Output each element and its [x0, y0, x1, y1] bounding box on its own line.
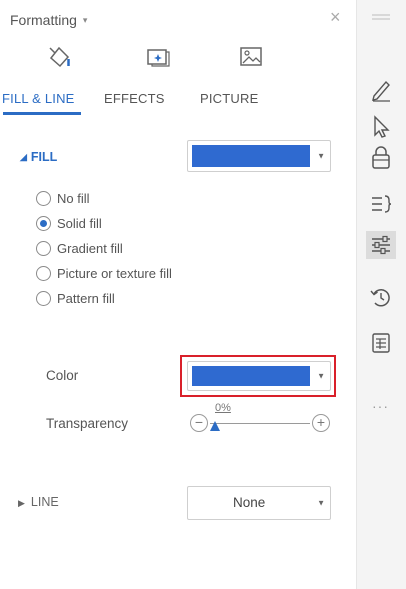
fill-color-swatch [192, 145, 310, 167]
tab-effects[interactable]: EFFECTS [104, 91, 165, 106]
table-icon[interactable] [363, 328, 399, 358]
radio-gradient-fill[interactable]: Gradient fill [36, 241, 123, 256]
radio-button[interactable] [36, 266, 51, 281]
radio-button[interactable] [36, 241, 51, 256]
slider-thumb[interactable] [210, 421, 220, 431]
lock-icon[interactable] [363, 143, 399, 173]
radio-label: Pattern fill [57, 291, 115, 306]
line-value: None [233, 495, 266, 510]
history-icon[interactable] [363, 282, 399, 312]
chevron-down-icon: ▾ [82, 15, 88, 25]
more-options-icon[interactable]: ··· [372, 398, 389, 414]
fill-color-dropdown[interactable]: ▼ [187, 140, 331, 172]
formatting-panel: Formatting ▾ × FILL & LINE EFFECTS PICTU… [0, 0, 356, 589]
paint-bucket-icon[interactable] [45, 42, 75, 72]
radio-solid-fill[interactable]: Solid fill [36, 216, 102, 231]
text-columns-icon[interactable] [363, 190, 399, 220]
radio-button[interactable] [36, 291, 51, 306]
transparency-slider[interactable] [210, 423, 310, 424]
increase-transparency-button[interactable]: + [312, 414, 330, 432]
decrease-transparency-button[interactable]: − [190, 414, 208, 432]
active-tab-indicator [3, 112, 81, 115]
line-section-header[interactable]: ▶ LINE [18, 495, 59, 509]
panel-title-text: Formatting [10, 12, 77, 28]
radio-label: Picture or texture fill [57, 266, 172, 281]
radio-no-fill[interactable]: No fill [36, 191, 90, 206]
tab-fill-line[interactable]: FILL & LINE [2, 91, 75, 106]
radio-button[interactable] [36, 216, 51, 231]
radio-button[interactable] [36, 191, 51, 206]
panel-title[interactable]: Formatting ▾ [10, 12, 87, 28]
picture-icon[interactable] [236, 42, 266, 72]
sliders-icon[interactable] [363, 230, 399, 260]
tab-picture[interactable]: PICTURE [200, 91, 258, 106]
close-icon[interactable]: × [330, 8, 341, 26]
line-header-label: LINE [30, 495, 59, 509]
radio-label: Gradient fill [57, 241, 123, 256]
fill-header-label: FILL [30, 150, 58, 164]
cursor-icon[interactable] [363, 111, 399, 141]
effects-icon[interactable] [142, 42, 172, 72]
expand-triangle-icon: ◢ [20, 152, 27, 162]
fill-section-header[interactable]: ◢ FILL [20, 150, 57, 164]
chevron-down-icon: ▼ [317, 151, 325, 161]
radio-label: Solid fill [57, 216, 102, 231]
radio-label: No fill [57, 191, 90, 206]
collapsed-triangle-icon: ▶ [18, 498, 25, 508]
chevron-down-icon: ▼ [317, 498, 325, 508]
highlight-box [180, 355, 336, 397]
grip-icon[interactable] [372, 14, 390, 20]
line-dropdown[interactable]: None ▼ [187, 486, 331, 520]
transparency-value: 0% [215, 402, 231, 414]
pen-icon[interactable] [363, 74, 399, 104]
transparency-label: Transparency [46, 416, 129, 431]
radio-pattern-fill[interactable]: Pattern fill [36, 291, 115, 306]
color-label: Color [46, 368, 79, 383]
radio-picture-texture-fill[interactable]: Picture or texture fill [36, 266, 172, 281]
